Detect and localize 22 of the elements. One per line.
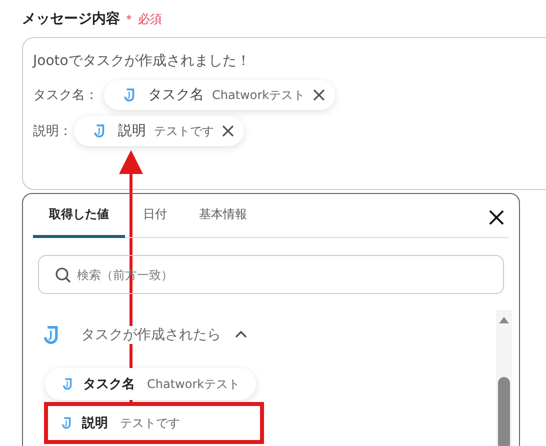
scrollbar[interactable]: [496, 310, 512, 446]
message-text: Jootoでタスクが作成されました！: [33, 52, 252, 71]
message-field[interactable]: Jootoでタスクが作成されました！ タスク名： タスク名 Chatworkテスト 説明： 説明 テストです: [22, 37, 546, 190]
variable-item[interactable]: 説明 テストです: [44, 402, 264, 444]
variable-chip[interactable]: タスク名 Chatworkテスト: [104, 80, 336, 110]
tab[interactable]: 日付: [129, 194, 181, 238]
search-icon: [55, 267, 71, 283]
required-mark: ＊: [123, 10, 135, 28]
close-icon[interactable]: [222, 125, 234, 137]
message-text: タスク名：: [33, 87, 98, 104]
variable-chip[interactable]: 説明 テストです: [74, 116, 244, 146]
tab[interactable]: 基本情報: [185, 194, 261, 238]
chevron-icon[interactable]: [235, 331, 247, 339]
variable-item[interactable]: タスク名 Chatworkテスト: [45, 368, 256, 400]
tab[interactable]: 取得した値: [33, 194, 125, 238]
group-title: タスクが作成されたら: [81, 326, 221, 344]
message-text: 説明：: [33, 123, 72, 140]
field-label: メッセージ内容: [22, 10, 120, 28]
close-icon[interactable]: [489, 210, 504, 225]
close-icon[interactable]: [313, 89, 326, 101]
scroll-up-icon[interactable]: [498, 316, 510, 324]
required-label: 必須: [138, 10, 162, 28]
